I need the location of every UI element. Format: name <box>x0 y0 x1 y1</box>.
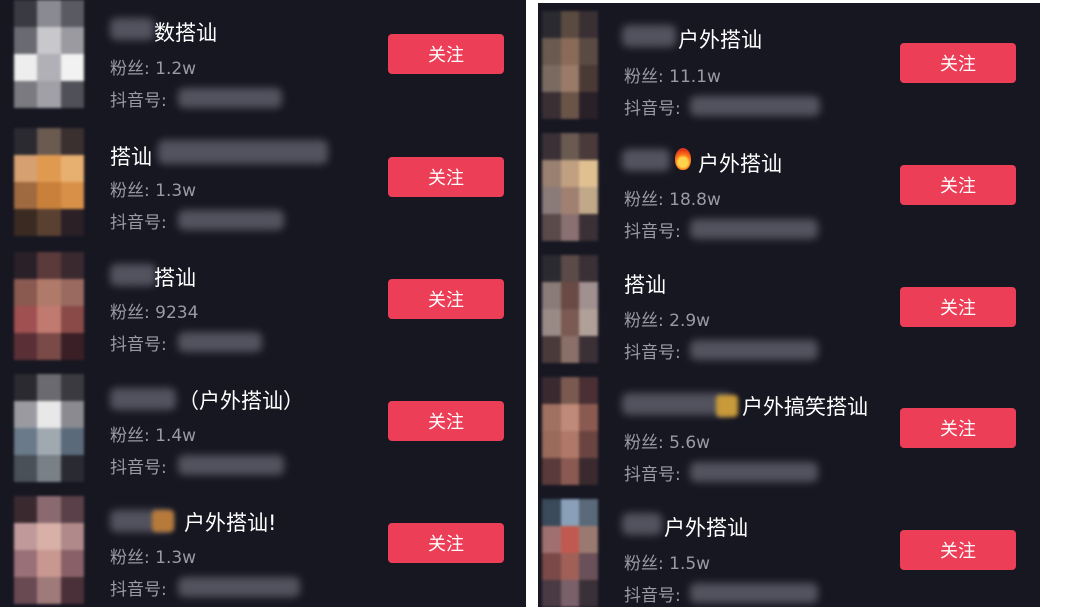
blurred-name <box>622 149 670 171</box>
fans-count: 粉丝: 18.8w <box>624 190 721 210</box>
douyin-id-label: 抖音号: <box>624 222 681 242</box>
blurred-id <box>690 583 818 603</box>
user-name: 搭讪 <box>154 266 196 290</box>
fans-count: 粉丝: 2.9w <box>624 311 711 331</box>
avatar[interactable] <box>542 499 598 607</box>
follow-button[interactable]: 关注 <box>388 523 504 563</box>
fans-count: 粉丝: 1.3w <box>110 548 197 568</box>
blurred-name <box>110 264 156 286</box>
douyin-id-label: 抖音号: <box>624 343 681 363</box>
avatar[interactable] <box>542 377 598 485</box>
avatar[interactable] <box>14 0 84 108</box>
douyin-id-label: 抖音号: <box>110 213 167 233</box>
follow-button[interactable]: 关注 <box>900 43 1016 83</box>
blurred-id <box>690 462 818 482</box>
user-name: 户外搞笑搭讪 <box>742 395 868 419</box>
left-user-list: 数搭讪 粉丝: 1.2w 抖音号: 关注 搭讪 粉丝: 1.3w 抖音号: 关注… <box>0 0 526 607</box>
follow-button[interactable]: 关注 <box>900 165 1016 205</box>
follow-button[interactable]: 关注 <box>388 34 504 74</box>
blurred-id <box>178 577 300 597</box>
follow-button[interactable]: 关注 <box>900 530 1016 570</box>
avatar[interactable] <box>14 252 84 360</box>
blurred-id <box>178 210 284 230</box>
douyin-id-label: 抖音号: <box>624 465 681 485</box>
blurred-name <box>622 25 676 47</box>
follow-button[interactable]: 关注 <box>388 401 504 441</box>
avatar[interactable] <box>14 496 84 604</box>
blurred-emoji <box>152 510 174 532</box>
avatar[interactable] <box>14 128 84 236</box>
blurred-name <box>110 18 154 40</box>
follow-button[interactable]: 关注 <box>388 279 504 319</box>
user-name: 户外搭讪 <box>698 152 782 176</box>
douyin-id-label: 抖音号: <box>110 335 167 355</box>
avatar[interactable] <box>542 11 598 119</box>
blurred-id <box>690 340 818 360</box>
blurred-name <box>110 388 176 410</box>
avatar[interactable] <box>14 374 84 482</box>
fans-count: 粉丝: 5.6w <box>624 433 711 453</box>
fans-count: 粉丝: 9234 <box>110 303 199 323</box>
douyin-id-label: 抖音号: <box>110 458 167 478</box>
user-name: 户外搭讪! <box>184 511 277 535</box>
avatar[interactable] <box>542 255 598 363</box>
douyin-id-label: 抖音号: <box>110 580 167 600</box>
blurred-name <box>158 140 328 164</box>
blurred-id <box>178 88 282 108</box>
fans-count: 粉丝: 1.4w <box>110 426 197 446</box>
fans-count: 粉丝: 1.2w <box>110 59 197 79</box>
blurred-id <box>690 96 820 116</box>
douyin-id-label: 抖音号: <box>624 586 681 606</box>
user-name: 户外搭讪 <box>678 28 762 52</box>
douyin-id-label: 抖音号: <box>624 99 681 119</box>
blurred-emoji <box>716 395 738 417</box>
blurred-id <box>178 332 262 352</box>
avatar[interactable] <box>542 133 598 241</box>
fans-count: 粉丝: 11.1w <box>624 67 721 87</box>
user-name: 搭讪 <box>624 273 666 297</box>
user-name: 数搭讪 <box>154 21 217 45</box>
follow-button[interactable]: 关注 <box>900 408 1016 448</box>
fans-count: 粉丝: 1.3w <box>110 181 197 201</box>
douyin-id-label: 抖音号: <box>110 91 167 111</box>
user-name: 户外搭讪 <box>664 516 748 540</box>
right-user-list: 户外搭讪 粉丝: 11.1w 抖音号: 关注 户外搭讪 粉丝: 18.8w 抖音… <box>538 0 1040 607</box>
fans-count: 粉丝: 1.5w <box>624 554 711 574</box>
blurred-id <box>178 455 284 475</box>
user-name: （户外搭讪） <box>178 389 304 413</box>
blurred-id <box>690 219 818 239</box>
follow-button[interactable]: 关注 <box>900 287 1016 327</box>
fire-icon <box>675 148 691 170</box>
blurred-name <box>622 513 662 535</box>
user-name: 搭讪 <box>110 145 152 169</box>
follow-button[interactable]: 关注 <box>388 157 504 197</box>
